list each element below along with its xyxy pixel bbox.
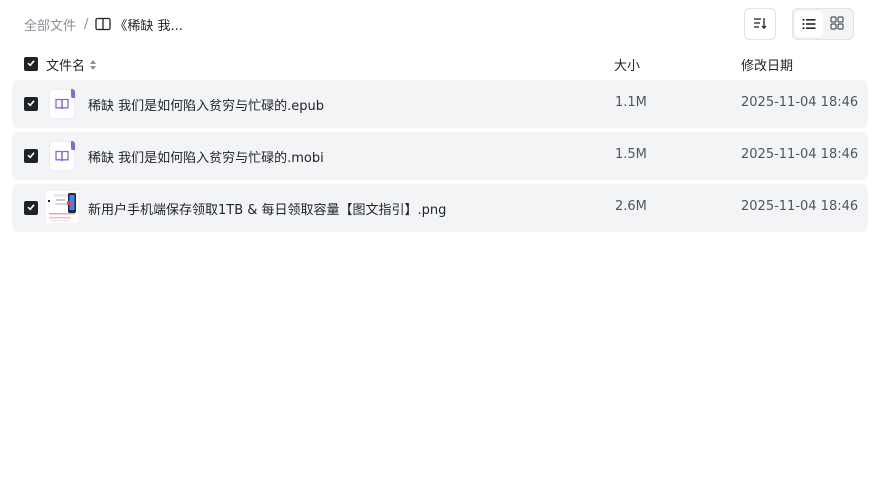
ebook-file-icon: [49, 141, 75, 171]
breadcrumb: 全部文件 / 《稀缺 我...: [24, 14, 183, 34]
file-date: 2025-11-04 18:46: [741, 95, 859, 110]
column-header-name-label: 文件名: [46, 59, 86, 74]
file-name[interactable]: 稀缺 我们是如何陷入贫穷与忙碌的.epub: [88, 95, 324, 114]
checkmark-icon: [26, 149, 36, 164]
image-thumbnail: [46, 191, 78, 223]
file-row[interactable]: 稀缺 我们是如何陷入贫穷与忙碌的.mobi 1.5M 2025-11-04 18…: [12, 132, 868, 180]
column-header-name[interactable]: 文件名: [46, 55, 97, 74]
breadcrumb-separator: /: [84, 16, 89, 32]
breadcrumb-root-link[interactable]: 全部文件: [24, 15, 76, 34]
column-header-size[interactable]: 大小: [614, 55, 640, 74]
grid-view-button[interactable]: [823, 11, 851, 37]
checkmark-icon: [26, 201, 36, 216]
row-checkbox[interactable]: [24, 97, 38, 111]
list-view-button[interactable]: [795, 11, 823, 37]
checkmark-icon: [26, 97, 36, 112]
sort-button[interactable]: [744, 8, 776, 40]
top-bar: 全部文件 / 《稀缺 我...: [0, 0, 878, 48]
file-date: 2025-11-04 18:46: [741, 199, 859, 214]
sort-icon: [753, 15, 767, 34]
sort-updown-icon[interactable]: [89, 59, 97, 71]
list-view-icon: [802, 15, 816, 34]
file-row[interactable]: 稀缺 我们是如何陷入贫穷与忙碌的.epub 1.1M 2025-11-04 18…: [12, 80, 868, 128]
grid-view-icon: [830, 15, 844, 34]
file-size: 1.5M: [615, 147, 647, 162]
file-date: 2025-11-04 18:46: [741, 147, 859, 162]
ebook-file-icon: [49, 89, 75, 119]
breadcrumb-current-folder: 《稀缺 我...: [114, 18, 183, 34]
file-size: 2.6M: [615, 199, 647, 214]
view-mode-toggle: [792, 8, 854, 40]
table-header: 文件名 大小 修改日期: [12, 51, 868, 77]
book-icon: [95, 17, 112, 31]
checkmark-icon: [26, 57, 36, 72]
file-row[interactable]: 新用户手机端保存领取1TB & 每日领取容量【图文指引】.png 2.6M 20…: [12, 184, 868, 232]
row-checkbox[interactable]: [24, 149, 38, 163]
file-name[interactable]: 新用户手机端保存领取1TB & 每日领取容量【图文指引】.png: [88, 199, 446, 218]
file-size: 1.1M: [615, 95, 647, 110]
file-name[interactable]: 稀缺 我们是如何陷入贫穷与忙碌的.mobi: [88, 147, 324, 166]
select-all-checkbox[interactable]: [24, 57, 38, 71]
column-header-date[interactable]: 修改日期: [741, 55, 793, 74]
row-checkbox[interactable]: [24, 201, 38, 215]
